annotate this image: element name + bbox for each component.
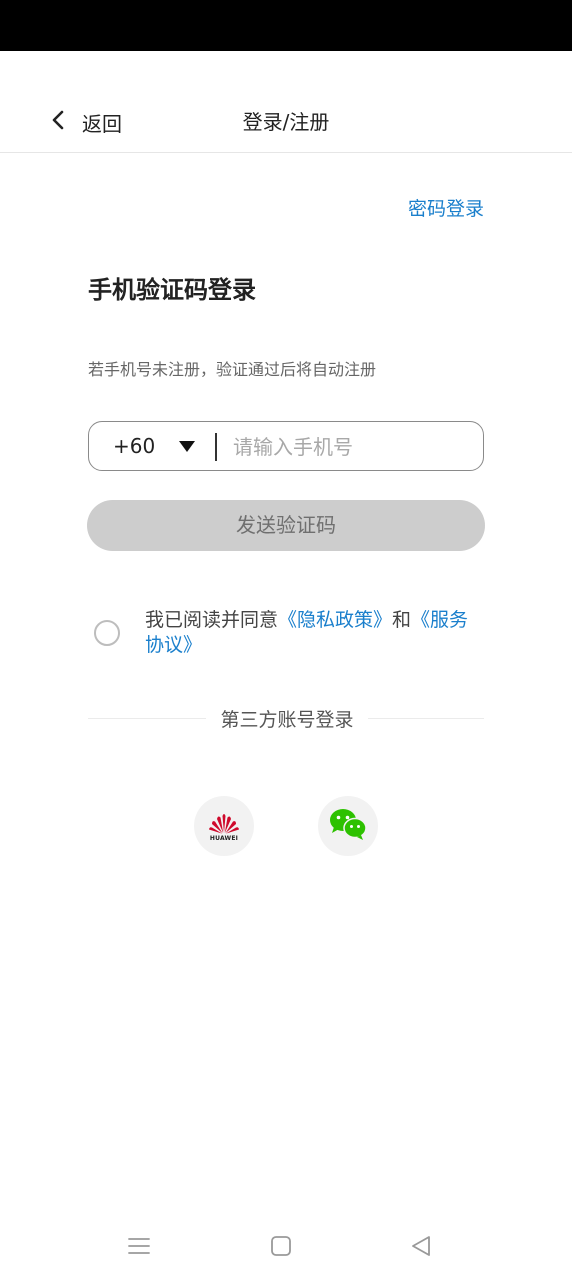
status-bar bbox=[0, 0, 572, 51]
password-login-link[interactable]: 密码登录 bbox=[408, 194, 484, 221]
top-nav-bar: 返回 登录/注册 bbox=[0, 51, 572, 153]
agreement-radio[interactable] bbox=[94, 620, 120, 646]
menu-icon[interactable] bbox=[127, 1234, 151, 1258]
huawei-login-button[interactable]: HUAWEI bbox=[194, 796, 254, 856]
wechat-login-button[interactable] bbox=[318, 796, 378, 856]
privacy-policy-link[interactable]: 《隐私政策》 bbox=[278, 609, 392, 631]
huawei-logo-icon: HUAWEI bbox=[207, 810, 241, 842]
agreement-prefix: 我已阅读并同意 bbox=[145, 609, 279, 631]
input-divider bbox=[215, 433, 217, 461]
agreement-text: 我已阅读并同意《隐私政策》和《服务协议》 bbox=[145, 608, 485, 658]
wechat-icon bbox=[328, 807, 368, 845]
triangle-down-icon bbox=[179, 441, 195, 452]
back-triangle-icon[interactable] bbox=[409, 1234, 433, 1258]
agreement-and: 和 bbox=[392, 609, 412, 631]
divider-line-right bbox=[368, 718, 484, 719]
page-title: 登录/注册 bbox=[242, 110, 330, 134]
home-square-icon[interactable] bbox=[269, 1234, 293, 1258]
system-navigation-bar bbox=[0, 1210, 572, 1280]
phone-input-group: +60 bbox=[88, 421, 484, 471]
country-code-select[interactable]: +60 bbox=[89, 422, 215, 470]
third-party-title: 第三方账号登录 bbox=[220, 709, 354, 731]
huawei-logo-text: HUAWEI bbox=[209, 835, 239, 842]
login-heading: 手机验证码登录 bbox=[88, 276, 256, 304]
send-code-button[interactable]: 发送验证码 bbox=[87, 500, 485, 551]
divider-line-left bbox=[88, 718, 206, 719]
country-code-value: +60 bbox=[113, 434, 156, 458]
phone-number-input[interactable] bbox=[231, 430, 475, 464]
register-hint: 若手机号未注册，验证通过后将自动注册 bbox=[88, 360, 377, 379]
